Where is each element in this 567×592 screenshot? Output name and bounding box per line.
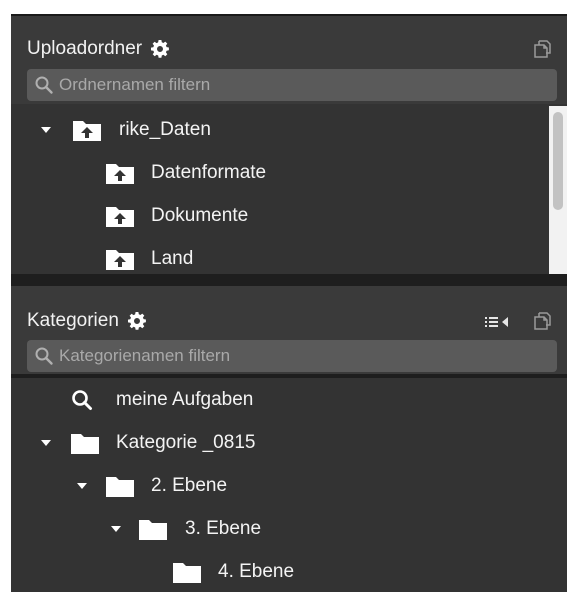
upload-panel-title-text: Uploadordner: [27, 38, 143, 59]
tree-item-label: Dokumente: [151, 205, 249, 226]
upload-panel-header: Uploadordner: [11, 16, 567, 104]
folder-icon: [138, 517, 168, 541]
copy-panel-icon[interactable]: [532, 38, 554, 60]
tree-item-kategorie-0815[interactable]: Kategorie _0815: [11, 423, 551, 463]
category-panel-title: Kategorien: [27, 310, 147, 332]
chevron-down-icon[interactable]: [39, 436, 53, 450]
tree-item-ebene-3[interactable]: 3. Ebene: [11, 509, 551, 549]
category-search-input[interactable]: [54, 341, 557, 371]
tree-item-label: 4. Ebene: [218, 561, 295, 582]
upload-folder-tree: rike_Daten Datenformate Dokumente Land: [11, 106, 567, 274]
tree-item-datenformate[interactable]: Datenformate: [11, 153, 551, 193]
tree-item-dokumente[interactable]: Dokumente: [11, 196, 551, 236]
folder-icon: [172, 560, 202, 584]
upload-panel-title: Uploadordner: [27, 38, 170, 60]
upload-search-field[interactable]: [27, 69, 557, 101]
upload-folder-icon: [72, 118, 102, 142]
upload-folder-icon: [105, 204, 135, 228]
chevron-down-icon[interactable]: [39, 123, 53, 137]
folder-icon: [105, 474, 135, 498]
tree-item-meine-aufgaben[interactable]: meine Aufgaben: [11, 380, 551, 420]
panel-divider[interactable]: [11, 274, 567, 286]
category-search-field[interactable]: [27, 340, 557, 372]
tree-item-label: meine Aufgaben: [116, 389, 254, 410]
tree-item-label: 2. Ebene: [151, 475, 228, 496]
tree-item-ebene-4[interactable]: 4. Ebene: [11, 552, 551, 592]
category-panel-header: Kategorien: [11, 286, 567, 374]
search-icon: [34, 75, 54, 95]
gear-icon[interactable]: [127, 311, 147, 331]
chevron-down-icon[interactable]: [75, 479, 89, 493]
upload-search-input[interactable]: [54, 70, 557, 100]
folder-icon: [70, 431, 100, 455]
upload-folder-icon: [105, 161, 135, 185]
sidebar: Uploadordner rike_Daten: [11, 14, 567, 592]
tree-item-label: Land: [151, 248, 194, 269]
tree-item-label: Kategorie _0815: [116, 432, 256, 453]
upload-tree-scrollbar[interactable]: [549, 106, 567, 274]
scrollbar-thumb[interactable]: [553, 112, 563, 210]
tree-item-label: Datenformate: [151, 162, 267, 183]
tree-item-label: 3. Ebene: [185, 518, 262, 539]
tree-item-ebene-2[interactable]: 2. Ebene: [11, 466, 551, 506]
category-tree: meine Aufgaben Kategorie _0815 2. Ebene: [11, 378, 567, 592]
list-collapse-icon[interactable]: [483, 311, 515, 333]
copy-panel-icon[interactable]: [532, 310, 554, 332]
tree-item-rike-daten[interactable]: rike_Daten: [11, 110, 551, 150]
upload-folder-icon: [105, 247, 135, 271]
tree-item-label: rike_Daten: [119, 119, 211, 140]
chevron-down-icon[interactable]: [109, 522, 123, 536]
search-icon: [71, 389, 93, 411]
search-icon: [34, 346, 54, 366]
tree-item-land[interactable]: Land: [11, 239, 551, 274]
category-panel-title-text: Kategorien: [27, 310, 119, 331]
gear-icon[interactable]: [150, 39, 170, 59]
